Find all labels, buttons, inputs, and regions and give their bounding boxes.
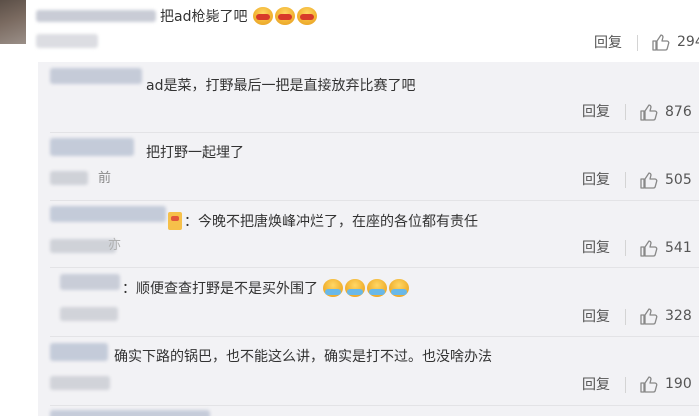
avatar[interactable]	[0, 0, 26, 44]
crying-emoji-icon	[389, 279, 410, 297]
reply-text: 把打野一起埋了	[146, 145, 244, 161]
red-face-emoji-icon	[296, 7, 317, 25]
username-blurred[interactable]	[50, 206, 166, 222]
crying-emoji-icon	[345, 279, 366, 297]
divider	[50, 132, 699, 133]
like-button[interactable]: 876	[639, 103, 692, 121]
red-face-emoji-icon	[252, 7, 273, 25]
reply-button[interactable]: 回复	[582, 308, 610, 326]
username-blurred[interactable]	[50, 138, 134, 156]
main-comment: 把ad枪毙了吧 回复 294	[0, 0, 699, 62]
reply-button[interactable]: 回复	[594, 34, 622, 52]
thumbs-up-icon	[640, 104, 658, 121]
like-count: 328	[665, 308, 692, 324]
thumbs-up-icon	[640, 308, 658, 325]
reply-list: ad是菜，打野最后一把是直接放弃比赛了吧 回复 876 把打野一起埋了 前 回复…	[38, 62, 699, 416]
thumbs-up-icon	[652, 34, 670, 51]
separator	[625, 309, 626, 325]
crying-emoji-icon	[367, 279, 388, 297]
like-button[interactable]: 190	[639, 375, 692, 393]
time-blurred	[50, 239, 116, 253]
comment-text: 把ad枪毙了吧	[160, 7, 317, 26]
reply-text-content: ：今晚不把唐焕峰冲烂了，在座的各位都有责任	[184, 214, 478, 230]
like-count: 190	[665, 376, 692, 392]
time-blurred	[60, 307, 118, 321]
like-button[interactable]: 505	[639, 171, 692, 189]
reply-text: ：顺便查查打野是不是买外围了	[122, 279, 410, 298]
comment-text-content: 把ad枪毙了吧	[160, 9, 248, 25]
like-button[interactable]: 541	[639, 239, 692, 257]
emoji-group	[323, 279, 410, 297]
thumbs-up-icon	[640, 240, 658, 257]
thumbs-up-icon	[640, 376, 658, 393]
like-button[interactable]: 294	[651, 33, 699, 51]
separator	[625, 172, 626, 188]
separator	[637, 35, 638, 51]
username-blurred[interactable]	[36, 10, 156, 22]
time-blurred	[50, 171, 88, 185]
separator	[625, 377, 626, 393]
like-count: 876	[665, 104, 692, 120]
like-count: 505	[665, 172, 692, 188]
thumbs-up-icon	[640, 172, 658, 189]
username-blurred[interactable]	[50, 343, 108, 361]
red-face-emoji-icon	[274, 7, 295, 25]
crying-emoji-icon	[323, 279, 344, 297]
username-blurred[interactable]	[50, 410, 210, 416]
reply-button[interactable]: 回复	[582, 103, 610, 121]
reply-text-content: ：顺便查查打野是不是买外围了	[122, 281, 318, 297]
reply-button[interactable]: 回复	[582, 171, 610, 189]
divider	[50, 267, 699, 268]
reply-button[interactable]: 回复	[582, 376, 610, 394]
time-text: 前	[98, 171, 112, 186]
vip-badge-icon	[168, 212, 182, 230]
separator	[625, 240, 626, 256]
like-count: 294	[677, 34, 699, 50]
divider	[50, 200, 699, 201]
reply-text: ：今晚不把唐焕峰冲烂了，在座的各位都有责任	[168, 212, 478, 231]
tail-char: 亦	[108, 238, 122, 253]
reply-text: ad是菜，打野最后一把是直接放弃比赛了吧	[146, 78, 416, 94]
emoji-group	[252, 7, 317, 25]
username-blurred[interactable]	[60, 274, 120, 290]
username-blurred[interactable]	[50, 68, 142, 84]
time-blurred	[50, 376, 110, 390]
divider	[50, 405, 699, 406]
like-button[interactable]: 328	[639, 307, 692, 325]
reply-button[interactable]: 回复	[582, 239, 610, 257]
reply-text: 确实下路的锅巴，也不能这么讲，确实是打不过。也没啥办法	[114, 349, 492, 365]
like-count: 541	[665, 240, 692, 256]
meta-blurred	[36, 34, 98, 48]
separator	[625, 104, 626, 120]
divider	[50, 336, 699, 337]
